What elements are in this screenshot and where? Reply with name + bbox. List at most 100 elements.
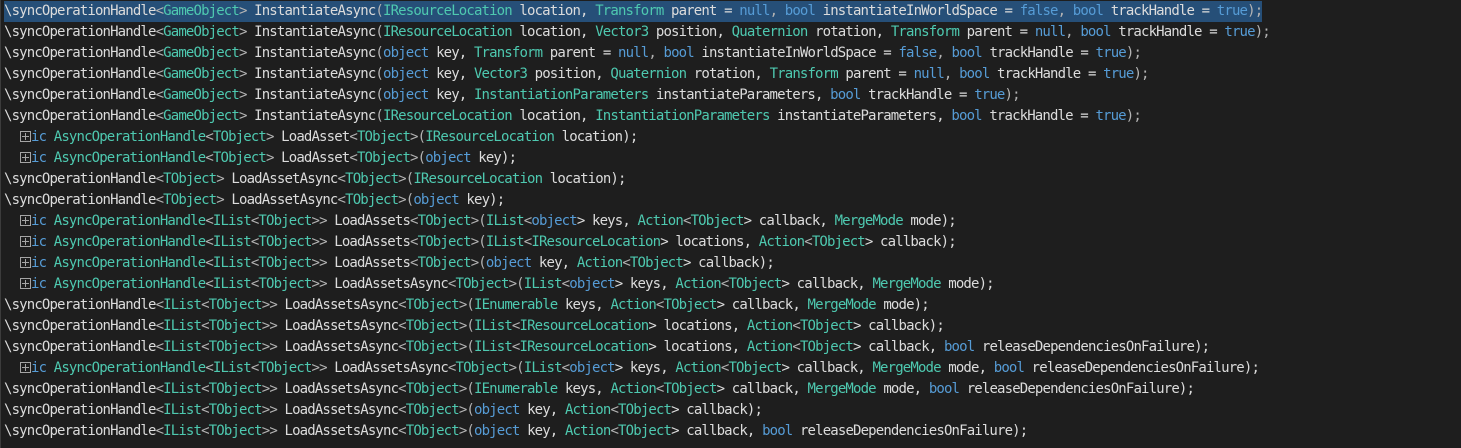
code-token: IList — [212, 234, 252, 250]
code-line[interactable]: \syncOperationHandle<GameObject> Instant… — [0, 22, 1461, 43]
expand-fold-icon[interactable] — [20, 257, 31, 268]
code-token: ic — [31, 276, 54, 292]
code-token: key, — [531, 255, 577, 271]
code-token: >> — [261, 423, 285, 439]
code-token: Action — [576, 255, 623, 271]
code-token: releaseDependenciesOnFailure); — [959, 381, 1195, 397]
code-token: bool — [762, 423, 793, 439]
code-token: IList — [163, 297, 202, 313]
code-token: bool — [830, 87, 861, 103]
code-token: < — [205, 150, 213, 166]
code-token: < — [610, 402, 619, 418]
code-line[interactable]: \syncOperationHandle<GameObject> Instant… — [0, 1, 1461, 22]
code-token: InstantiateAsync — [254, 87, 376, 103]
code-token: LoadAssetsAsync — [284, 318, 399, 334]
code-token: releaseDependenciesOnFailure); — [1024, 360, 1260, 376]
expand-fold-icon[interactable] — [20, 131, 31, 142]
code-token: LoadAssetsAsync — [334, 276, 449, 292]
code-line[interactable]: ic AsyncOperationHandle<TObject> LoadAss… — [0, 148, 1461, 169]
code-token: LoadAssetsAsync — [334, 360, 449, 376]
code-token: LoadAssets — [334, 255, 411, 271]
code-line[interactable]: \syncOperationHandle<GameObject> Instant… — [0, 64, 1461, 85]
code-token: > — [265, 150, 282, 166]
code-token: InstantiateAsync — [254, 45, 376, 61]
code-token: InstantiateAsync — [254, 108, 376, 124]
code-token: instantiateInWorldSpace = — [693, 45, 899, 61]
code-line[interactable]: \syncOperationHandle<IList<TObject>> Loa… — [0, 400, 1461, 421]
code-token: >( — [458, 423, 475, 439]
code-token: > — [216, 192, 232, 208]
code-token: >> — [311, 360, 335, 376]
code-line[interactable]: \syncOperationHandle<IList<TObject>> Loa… — [0, 421, 1461, 442]
code-line[interactable]: \syncOperationHandle<IList<TObject>> Loa… — [0, 295, 1461, 316]
code-line[interactable]: \syncOperationHandle<GameObject> Instant… — [0, 85, 1461, 106]
code-token: parent = — [837, 66, 914, 82]
expand-fold-icon[interactable] — [20, 362, 31, 373]
code-line[interactable]: \syncOperationHandle<IList<TObject>> Loa… — [0, 337, 1461, 358]
expand-fold-icon[interactable] — [20, 278, 31, 289]
code-token: AsyncOperationHandle — [53, 234, 206, 250]
code-token: mode); — [902, 213, 956, 229]
code-token: true — [974, 87, 1005, 103]
code-token: TObject — [208, 381, 263, 397]
code-token: < — [201, 381, 209, 397]
expand-fold-icon[interactable] — [20, 152, 31, 163]
code-token: , — [943, 66, 960, 82]
code-line-text: \syncOperationHandle<IList<TObject>> Loa… — [4, 337, 1210, 358]
code-line[interactable]: ic AsyncOperationHandle<TObject> LoadAss… — [0, 127, 1461, 148]
code-token: IList — [212, 255, 252, 271]
code-token: location); — [554, 129, 639, 145]
code-token: >> — [261, 381, 285, 397]
code-token: > — [216, 171, 232, 187]
code-token: > — [238, 3, 255, 19]
code-line-text: ic AsyncOperationHandle<TObject> LoadAss… — [31, 148, 517, 169]
code-line[interactable]: ic AsyncOperationHandle<IList<TObject>> … — [0, 274, 1461, 295]
expand-fold-icon[interactable] — [20, 236, 31, 247]
code-token: key, — [428, 87, 474, 103]
code-token: ); — [1254, 24, 1271, 40]
code-line[interactable]: \syncOperationHandle<TObject> LoadAssetA… — [0, 169, 1461, 190]
code-line[interactable]: \syncOperationHandle<TObject> LoadAssetA… — [0, 190, 1461, 211]
code-line[interactable]: \syncOperationHandle<GameObject> Instant… — [0, 43, 1461, 64]
code-token: GameObject — [163, 66, 240, 82]
code-line[interactable]: ic AsyncOperationHandle<IList<TObject>> … — [0, 358, 1461, 379]
code-token: IResourceLocation — [519, 339, 650, 355]
code-line[interactable]: ic AsyncOperationHandle<IList<TObject>> … — [0, 253, 1461, 274]
code-token: true — [1095, 108, 1126, 124]
code-token: Transform — [595, 3, 664, 19]
code-token: TObject — [405, 381, 460, 397]
code-token: ); — [1004, 87, 1021, 103]
code-line[interactable]: ic AsyncOperationHandle<IList<TObject>> … — [0, 211, 1461, 232]
code-token: location); — [542, 171, 627, 187]
code-token: TObject — [799, 318, 854, 334]
code-token: object — [569, 360, 615, 376]
code-line[interactable]: \syncOperationHandle<IList<TObject>> Loa… — [0, 316, 1461, 337]
code-line[interactable]: \syncOperationHandle<GameObject> Instant… — [0, 106, 1461, 127]
code-token: releaseDependenciesOnFailure); — [974, 339, 1210, 355]
code-token: AsyncOperationHandle — [53, 276, 206, 292]
code-line[interactable]: ic AsyncOperationHandle<IList<TObject>> … — [0, 232, 1461, 253]
code-token: >> — [311, 213, 335, 229]
code-line-text: \syncOperationHandle<IList<TObject>> Loa… — [4, 295, 930, 316]
code-token: AsyncOperationHandle — [53, 150, 206, 166]
code-token: IResourceLocation — [383, 108, 513, 124]
code-line[interactable]: \syncOperationHandle<IList<TObject>> Loa… — [0, 379, 1461, 400]
code-token: MergeMode — [872, 360, 941, 376]
code-token: > callback); — [864, 234, 957, 250]
expand-fold-icon[interactable] — [20, 215, 31, 226]
code-token: true — [1216, 3, 1248, 19]
code-token: GameObject — [163, 87, 240, 103]
code-token: Transform — [769, 66, 839, 82]
code-token: < — [201, 402, 209, 418]
code-token: MergeMode — [872, 276, 941, 292]
code-token: object — [474, 423, 520, 439]
code-token: \syncOperationHandle — [4, 402, 156, 418]
code-token: ( — [375, 3, 383, 19]
code-token: TObject — [208, 297, 263, 313]
code-token: > callback, — [716, 297, 808, 313]
code-token: IList — [212, 276, 252, 292]
code-token: IList — [474, 318, 513, 334]
code-editor[interactable]: \syncOperationHandle < GameObject > Instant… — [0, 0, 1461, 448]
code-line-text: ic AsyncOperationHandle<IList<TObject>> … — [31, 232, 957, 253]
code-token: trackHandle = — [989, 66, 1104, 82]
